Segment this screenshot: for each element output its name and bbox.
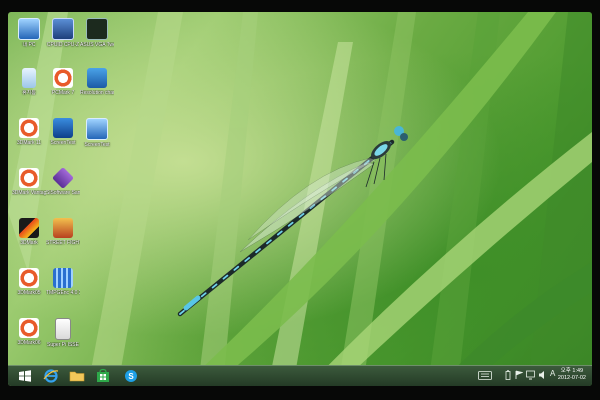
ime-indicator[interactable]: A (550, 369, 555, 378)
3dmark06-icon (19, 318, 39, 338)
desktop-icon-3dmark11[interactable]: 3DMark 11 (12, 118, 46, 146)
keyboard-icon[interactable] (478, 371, 492, 382)
desktop-icon-3dmark06[interactable]: 3DMark06 (12, 318, 46, 346)
volume-icon[interactable] (538, 370, 547, 382)
desktop-icon-label: SiSoftware Sandra (46, 190, 80, 196)
folder-icon (69, 371, 85, 382)
desktop-icon-label: ScreenTest (50, 140, 76, 146)
desktop-icon-label: 3DMark 11 (16, 140, 42, 146)
desktop-icon-my-pc[interactable]: 내 PC (12, 18, 46, 48)
store-icon (97, 368, 109, 382)
desktop-icon-3dmark05[interactable]: 3DMark05 (12, 268, 46, 296)
street-fighter-icon (53, 218, 73, 238)
desktop-icon-grid: 내 PC CPUID CPU-Z ASUS VGA Tweak 휴지통 PCMa… (8, 12, 592, 366)
computer-icon (18, 18, 40, 40)
file-explorer-button[interactable] (68, 368, 86, 384)
desktop-icon-sandra[interactable]: SiSoftware Sandra (46, 166, 80, 196)
desktop-icon-super-pi[interactable]: Super Pi ISSE (46, 318, 80, 348)
desktop-icon-screentest[interactable]: ScreenTest (46, 118, 80, 146)
desktop-icon-label: PCMark 7 (51, 90, 75, 96)
desktop-icon-label: TMPGEnc 4.0 XPress (46, 290, 80, 296)
3dmark05-icon (19, 268, 39, 288)
internet-explorer-icon (43, 369, 59, 383)
desktop-icon-label: CPUID CPU-Z (46, 42, 80, 48)
desktop-icon-tmpgenc[interactable]: TMPGEnc 4.0 XPress (46, 268, 80, 296)
desktop-icon-label: 3DMark06 (17, 340, 41, 346)
desktop-icon-label: 3DMark (20, 240, 38, 246)
desktop-icon-pcmark[interactable]: PCMark 7 (46, 68, 80, 96)
sandra-icon (51, 166, 75, 190)
screentest-monitor-icon (86, 118, 108, 140)
clock-date: 2012-07-02 (557, 375, 586, 381)
desktop-icon-3dmark-vantage[interactable]: 3DMark Vantage (12, 168, 46, 196)
taskbar: S A 오후 1:49 2012-07-02 (8, 365, 592, 386)
desktop-icon-label: Resolution changer (80, 90, 114, 96)
desktop-icon-label: Super Pi ISSE (47, 342, 79, 348)
skype-icon: S (125, 370, 137, 382)
desktop-icon-screentest-2[interactable]: ScreenTest (80, 118, 114, 148)
desktop-icon-label: ASUS VGA Tweak (80, 42, 114, 48)
clock-time: 오후 1:49 (560, 368, 584, 374)
desktop-icon-vga-tweak[interactable]: ASUS VGA Tweak (80, 18, 114, 48)
vga-tweak-icon (86, 18, 108, 40)
desktop-icon-label: 휴지통 (22, 90, 36, 96)
tmpgenc-icon (53, 268, 73, 288)
desktop-icon-label: STREET FIGHTER IV (46, 240, 80, 246)
desktop-icon-label: 3DMark Vantage (12, 190, 46, 196)
store-button[interactable] (94, 368, 112, 384)
skype-button[interactable]: S (122, 368, 140, 384)
3dmark-fire-icon (19, 218, 39, 238)
desktop-screen: 내 PC CPUID CPU-Z ASUS VGA Tweak 휴지통 PCMa… (8, 12, 592, 386)
pcmark-icon (53, 68, 73, 88)
battery-icon[interactable] (505, 370, 511, 382)
start-button[interactable] (16, 368, 34, 384)
resolution-icon (87, 68, 107, 88)
recycle-bin-icon (22, 68, 36, 88)
desktop-icon-label: 3DMark05 (17, 290, 41, 296)
screentest-icon (53, 118, 73, 138)
desktop-icon-street-fighter[interactable]: STREET FIGHTER IV (46, 218, 80, 246)
desktop-icon-resolution[interactable]: Resolution changer (80, 68, 114, 96)
desktop-icon-recycle-bin[interactable]: 휴지통 (12, 68, 46, 96)
desktop-icon-cpuz[interactable]: CPUID CPU-Z (46, 18, 80, 48)
desktop-icon-label: 내 PC (22, 42, 36, 48)
taskbar-clock[interactable]: 오후 1:49 2012-07-02 (558, 368, 586, 382)
svg-text:S: S (128, 372, 134, 381)
flag-icon[interactable] (515, 370, 524, 382)
desktop-icon-3dmark[interactable]: 3DMark (12, 218, 46, 246)
desktop-icon-label: ScreenTest (84, 142, 110, 148)
super-pi-icon (55, 318, 71, 340)
windows-start-icon (19, 370, 31, 382)
network-icon[interactable] (526, 370, 535, 382)
internet-explorer-button[interactable] (42, 368, 60, 384)
3dmark-vantage-icon (19, 168, 39, 188)
cpuz-icon (52, 18, 74, 40)
3dmark-icon (19, 118, 39, 138)
